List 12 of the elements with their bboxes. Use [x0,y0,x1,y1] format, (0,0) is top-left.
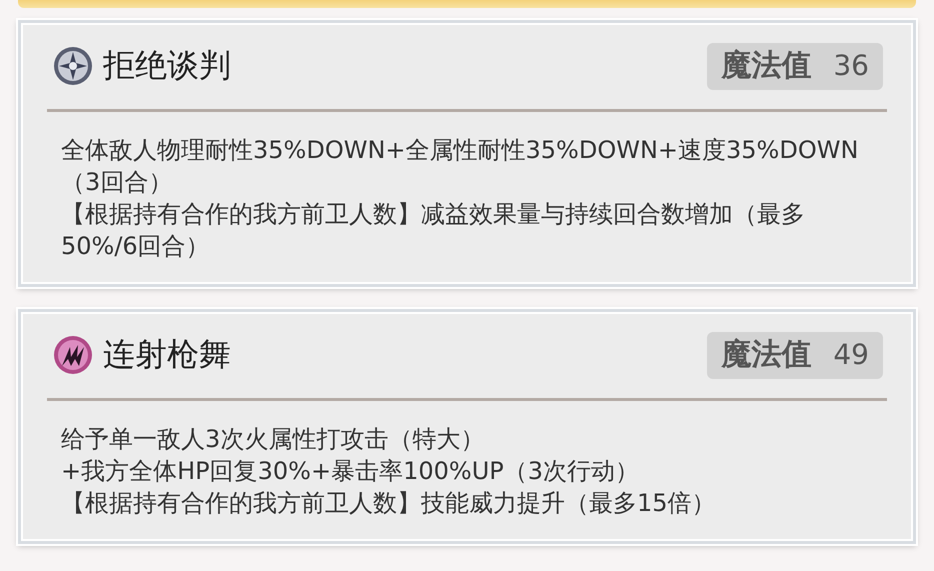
skill-description: 全体敌人物理耐性35%DOWN+全属性耐性35%DOWN+速度35%DOWN（3回合） [61,135,860,198]
skill-name: 拒绝谈判 [103,45,232,86]
mp-label: 魔法值 [721,336,812,374]
skill-description: 【根据持有合作的我方前卫人数】技能威力提升（最多15倍） [61,488,717,519]
mp-value: 36 [833,48,869,82]
skill-description: 【根据持有合作的我方前卫人数】减益效果量与持续回合数增加（最多50%/6回合） [61,199,806,262]
skill-description: 给予单一敌人3次火属性打攻击（特大） [61,424,486,455]
mp-value: 49 [833,338,869,370]
mp-label: 魔法值 [721,46,812,84]
claw-mark-icon [53,335,93,375]
skill-description: +我方全体HP回复30%+暴击率100%UP（3次行动） [61,456,640,487]
skill-name: 连射枪舞 [103,334,232,375]
